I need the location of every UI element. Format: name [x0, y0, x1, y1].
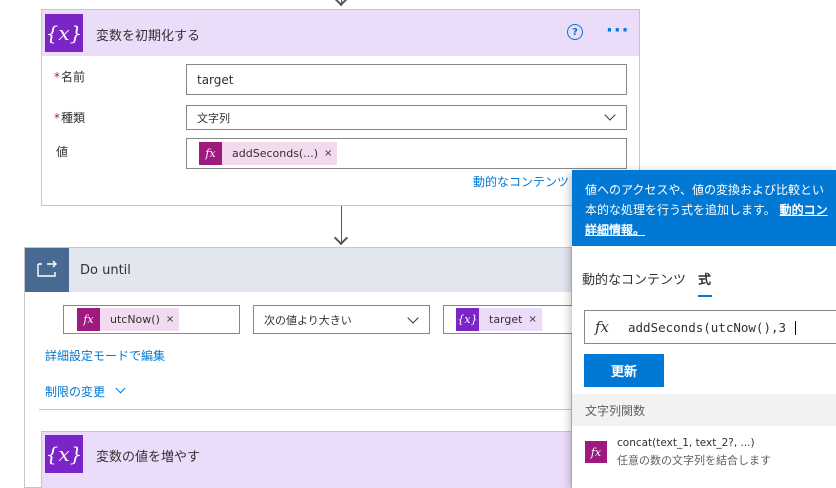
dynamic-content-link[interactable]: 動的コン	[780, 203, 828, 217]
expression-text: addSeconds(utcNow(),3	[628, 320, 786, 335]
fx-icon: fx	[77, 308, 100, 331]
operator-value: 次の値より大きい	[264, 313, 352, 327]
chevron-down-icon	[115, 383, 126, 394]
loop-icon	[25, 248, 69, 292]
expression-value: addSeconds(utcNow(),3	[628, 320, 787, 335]
function-name: concat(text_1, text_2?, ...)	[617, 437, 755, 449]
change-limits-link[interactable]: 制限の変更	[45, 383, 105, 400]
change-limits-label: 制限の変更	[45, 385, 106, 399]
chevron-down-icon	[407, 312, 419, 324]
banner-line-2: 本的な処理を行う式を追加します。 動的コン	[585, 200, 836, 220]
card-title: 変数の値を増やす	[96, 450, 201, 465]
function-description: 任意の数の文字列を結合します	[617, 454, 771, 467]
function-list-item[interactable]: fx concat(text_1, text_2?, ...) 任意の数の文字列…	[572, 428, 836, 470]
active-tab-indicator	[698, 295, 712, 297]
token-label: utcNow()	[110, 313, 160, 326]
fx-icon: fx	[595, 318, 610, 336]
more-options-icon[interactable]: ···	[606, 20, 630, 41]
type-label: *種類	[54, 109, 85, 126]
variable-icon: {x}	[45, 14, 83, 52]
tab-dynamic-content[interactable]: 動的なコンテンツ	[582, 269, 686, 288]
banner-text: 本的な処理を行う式を追加します。	[585, 203, 776, 217]
expression-input[interactable]: fx addSeconds(utcNow(),3	[584, 310, 836, 344]
expression-token[interactable]: fx utcNow() ×	[77, 308, 180, 331]
name-input[interactable]: target	[186, 64, 627, 95]
initialize-variable-header[interactable]: {x} 変数を初期化する ? ···	[42, 10, 639, 56]
token-remove-icon[interactable]: ×	[166, 314, 179, 325]
divider	[39, 409, 572, 410]
connector-arrow-middle	[333, 230, 349, 246]
chevron-down-icon	[604, 109, 616, 121]
variable-token[interactable]: {x} target ×	[456, 308, 542, 331]
banner-line-3: 詳細情報。	[585, 220, 836, 240]
name-label: *名前	[54, 68, 85, 85]
name-label-text: 名前	[61, 70, 86, 84]
card-title: 変数を初期化する	[96, 29, 201, 44]
info-banner: 値へのアクセスや、値の変換および比較とい 本的な処理を行う式を追加します。 動的…	[572, 170, 836, 246]
increment-variable-card[interactable]: {x} 変数の値を増やす	[41, 431, 572, 488]
condition-right-input[interactable]: {x} target ×	[443, 305, 578, 334]
text-caret	[795, 321, 796, 335]
variable-icon: {x}	[456, 308, 479, 331]
fx-icon: fx	[199, 142, 222, 165]
do-until-header[interactable]: Do until	[25, 248, 571, 292]
tab-expression[interactable]: 式	[698, 269, 711, 288]
card-title: Do until	[80, 263, 131, 278]
required-marker: *	[54, 70, 60, 84]
expression-popup: 値へのアクセスや、値の変換および比較とい 本的な処理を行う式を追加します。 動的…	[572, 170, 836, 488]
connector-arrow-top	[333, 0, 349, 7]
learn-more-link[interactable]: 詳細情報。	[585, 223, 645, 237]
advanced-mode-link[interactable]: 詳細設定モードで編集	[45, 347, 165, 364]
help-icon[interactable]: ?	[567, 24, 583, 40]
initialize-variable-card: {x} 変数を初期化する ? ··· *名前 target *種類 文字列 値 …	[41, 9, 640, 206]
condition-left-input[interactable]: fx utcNow() ×	[63, 305, 240, 334]
fx-icon: fx	[585, 441, 607, 463]
loop-icon-glyph	[37, 260, 57, 277]
required-marker: *	[54, 111, 60, 125]
dynamic-content-link[interactable]: 動的なコンテンツ	[473, 173, 569, 190]
token-remove-icon[interactable]: ×	[324, 148, 337, 159]
update-button[interactable]: 更新	[584, 354, 664, 387]
token-remove-icon[interactable]: ×	[528, 314, 541, 325]
value-label: 値	[56, 145, 69, 159]
token-label: target	[489, 313, 523, 326]
section-header-string-functions: 文字列関数	[572, 394, 836, 426]
condition-operator-dropdown[interactable]: 次の値より大きい	[253, 305, 430, 334]
banner-line-1: 値へのアクセスや、値の変換および比較とい	[585, 183, 825, 197]
type-dropdown[interactable]: 文字列	[186, 105, 627, 130]
token-label: addSeconds(...)	[232, 147, 318, 160]
type-label-text: 種類	[61, 111, 86, 125]
expression-token[interactable]: fx addSeconds(...) ×	[199, 142, 338, 165]
type-dropdown-value: 文字列	[197, 111, 230, 125]
variable-icon: {x}	[45, 435, 83, 473]
value-input[interactable]: fx addSeconds(...) ×	[186, 138, 627, 169]
